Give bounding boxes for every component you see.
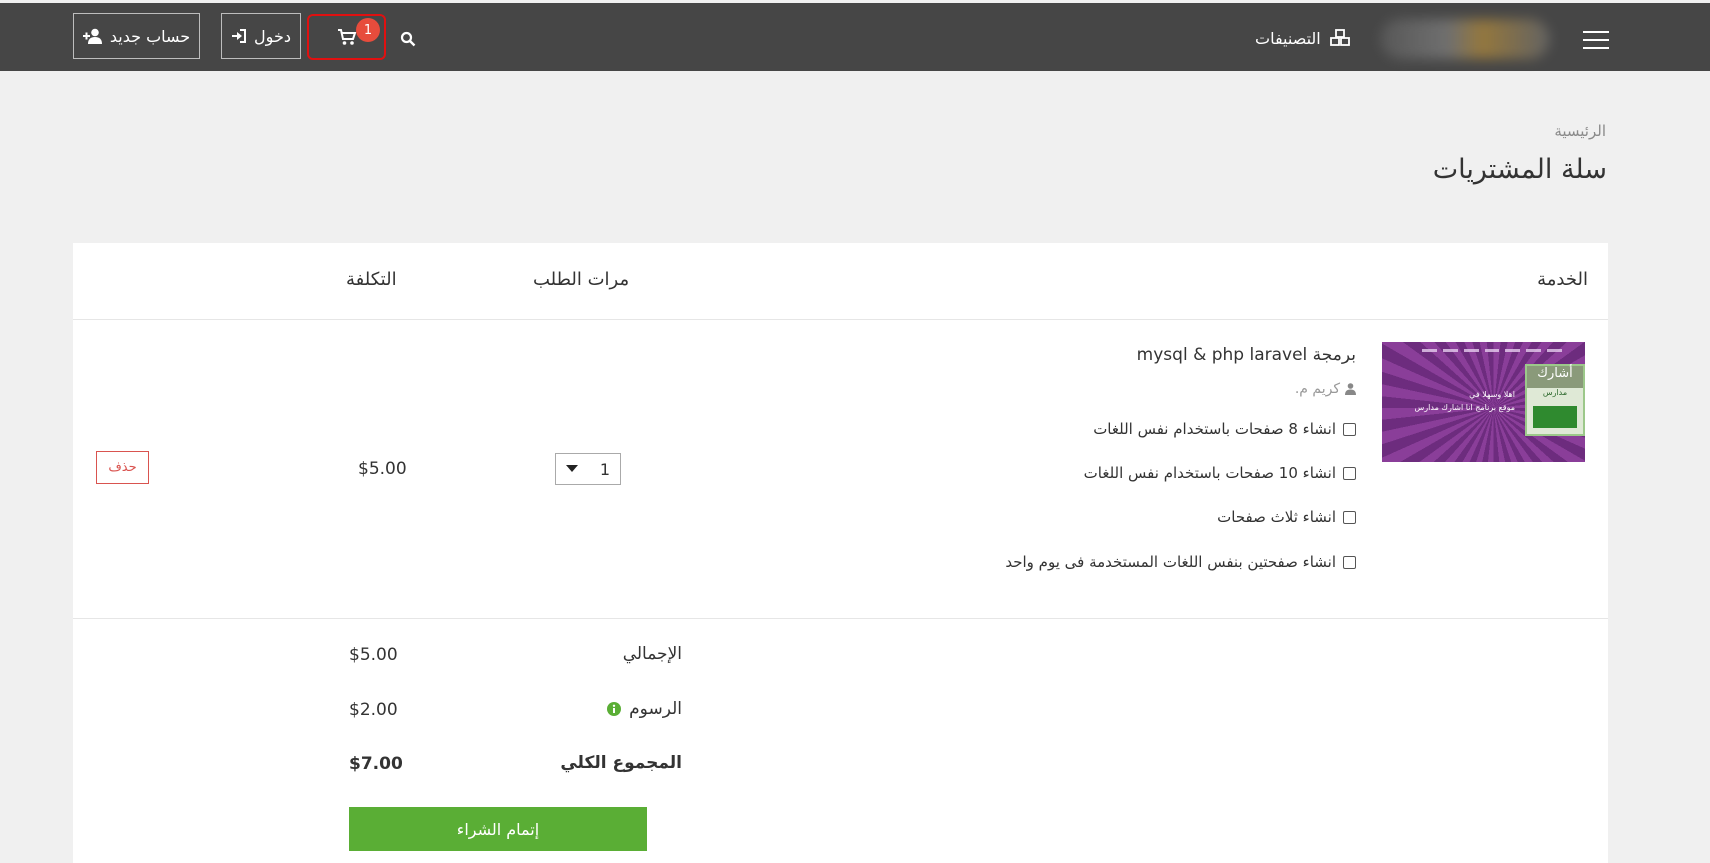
thumbnail-banner-text: أشارك <box>1527 366 1583 388</box>
divider <box>73 319 1608 320</box>
thumbnail-caption-2: موقع برنامج انا اشارك مدارس <box>1414 403 1515 412</box>
header-cost: التكلفة <box>346 269 397 290</box>
login-label: دخول <box>254 26 291 46</box>
seller-name: كريم م. <box>1294 381 1340 397</box>
header-service: الخدمة <box>1537 269 1588 290</box>
option-label: انشاء 10 صفحات باستخدام نفس اللغات <box>1083 464 1336 482</box>
cubes-icon <box>1329 29 1350 46</box>
cart-table: الخدمة مرات الطلب التكلفة أشارك مدارس اه… <box>73 243 1608 863</box>
categories-label: التصنيفات <box>1255 28 1321 48</box>
option-item[interactable]: انشاء ثلاث صفحات <box>1217 506 1356 528</box>
hamburger-menu-icon[interactable] <box>1583 31 1609 49</box>
service-thumbnail[interactable]: أشارك مدارس اهلا وسهلا في موقع برنامج ان… <box>1382 342 1585 462</box>
quantity-value: 1 <box>599 459 610 479</box>
subtotal-label: الإجمالي <box>622 644 682 664</box>
header-quantity: مرات الطلب <box>533 269 630 290</box>
service-title[interactable]: برمجة mysql & php laravel <box>1137 345 1356 365</box>
checkout-button[interactable]: إتمام الشراء <box>349 807 647 851</box>
option-checkbox[interactable] <box>1343 422 1356 436</box>
page-title: سلة المشتريات <box>1432 154 1607 185</box>
cart-icon <box>337 29 356 45</box>
option-checkbox[interactable] <box>1343 510 1356 524</box>
sign-in-icon <box>232 29 247 43</box>
option-item[interactable]: انشاء صفحتين بنفس اللغات المستخدمة فى يو… <box>1005 551 1356 573</box>
search-icon[interactable] <box>400 31 416 47</box>
site-logo[interactable] <box>1380 19 1550 59</box>
item-price: $5.00 <box>358 459 407 479</box>
option-label: انشاء 8 صفحات باستخدام نفس اللغات <box>1093 420 1336 438</box>
option-checkbox[interactable] <box>1343 466 1356 480</box>
breadcrumb-home[interactable]: الرئيسية <box>1554 122 1606 140</box>
login-button[interactable]: دخول <box>221 13 301 59</box>
fees-label: الرسوم <box>629 699 682 719</box>
total-label: المجموع الكلي <box>560 753 682 773</box>
add-user-icon <box>82 28 102 44</box>
quantity-select[interactable]: 1 <box>555 453 621 485</box>
cart-button[interactable]: 1 <box>307 14 386 60</box>
option-item[interactable]: انشاء 8 صفحات باستخدام نفس اللغات <box>1093 418 1356 440</box>
seller-info[interactable]: كريم م. <box>1295 381 1356 397</box>
option-item[interactable]: انشاء 10 صفحات باستخدام نفس اللغات <box>1084 462 1356 484</box>
info-icon[interactable] <box>607 702 622 716</box>
caret-down-icon <box>566 465 578 472</box>
user-icon <box>1345 383 1356 395</box>
divider <box>73 618 1608 619</box>
categories-menu[interactable]: التصنيفات <box>1255 25 1351 51</box>
fees-value: $2.00 <box>349 700 398 720</box>
total-value: $7.00 <box>349 754 403 774</box>
cart-count-badge: 1 <box>356 18 380 42</box>
top-navbar: حساب جديد دخول 1 التصنيفات <box>0 3 1710 71</box>
thumbnail-caption-1: اهلا وسهلا في <box>1469 390 1515 399</box>
register-label: حساب جديد <box>109 26 191 46</box>
delete-button[interactable]: حذف <box>96 451 149 484</box>
option-checkbox[interactable] <box>1343 555 1356 569</box>
fees-row-label: الرسوم <box>607 699 682 719</box>
register-button[interactable]: حساب جديد <box>73 13 200 59</box>
thumbnail-banner-sub: مدارس <box>1542 388 1568 397</box>
option-label: انشاء ثلاث صفحات <box>1217 508 1336 526</box>
subtotal-value: $5.00 <box>349 645 398 665</box>
option-label: انشاء صفحتين بنفس اللغات المستخدمة فى يو… <box>1005 553 1336 571</box>
